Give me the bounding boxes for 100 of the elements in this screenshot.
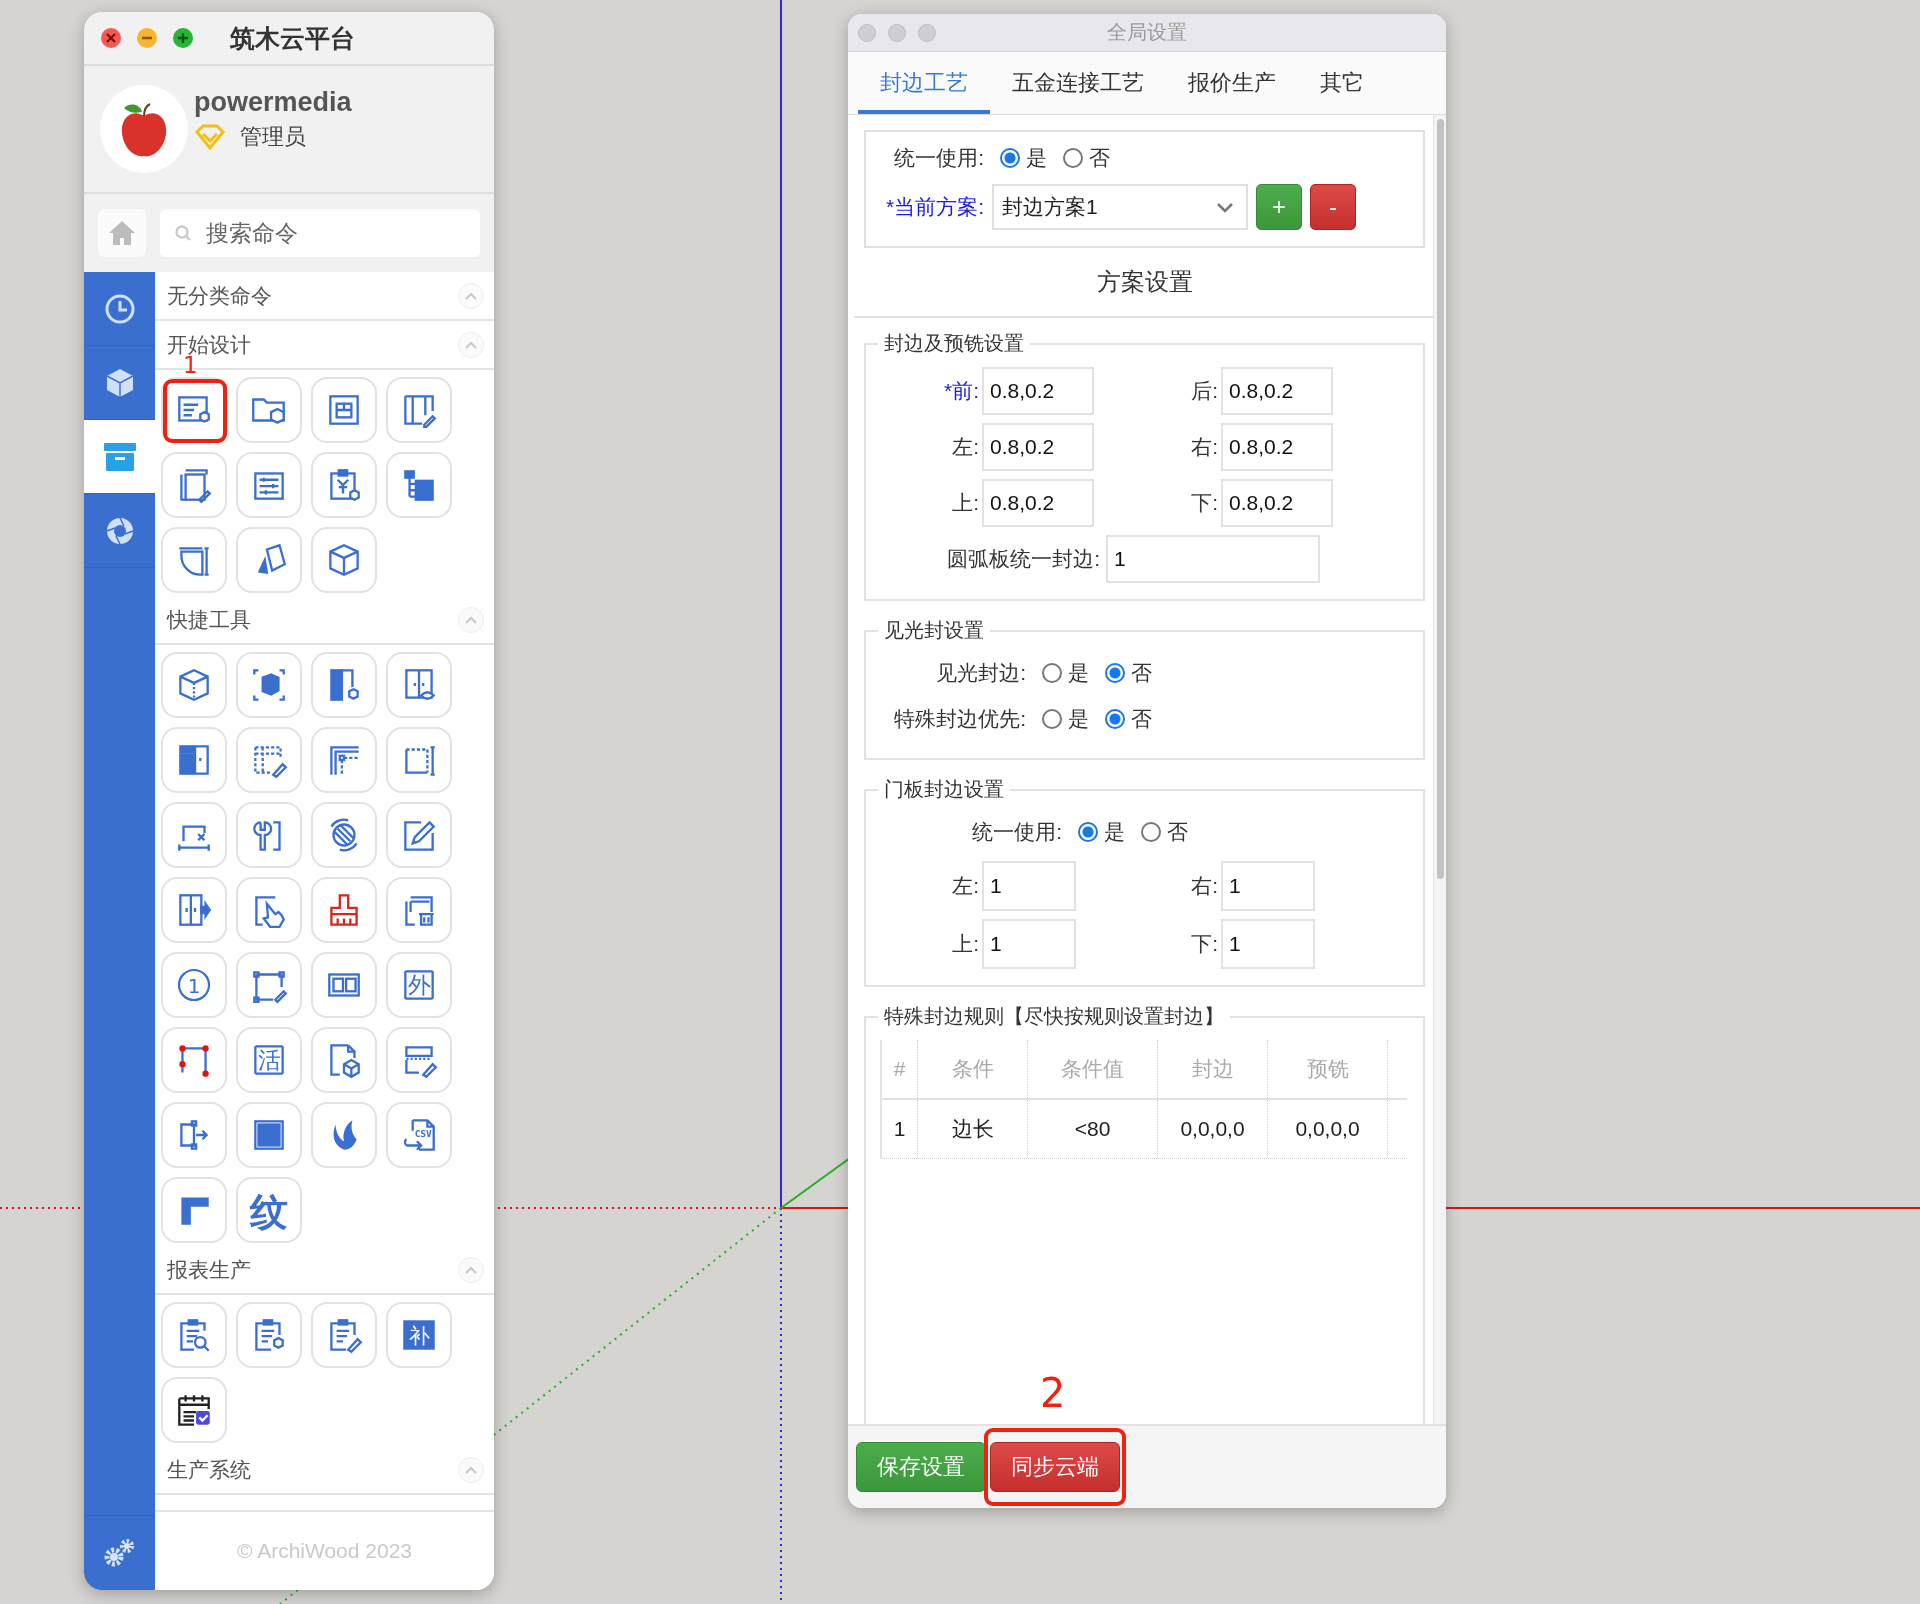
- username: powermedia: [194, 86, 352, 118]
- tool-button[interactable]: 外: [386, 952, 452, 1018]
- field-label: 后:: [1190, 378, 1218, 404]
- field-label: *前:: [943, 378, 979, 404]
- radio-label: 否: [1131, 660, 1152, 686]
- chevron-up-icon: [465, 615, 477, 624]
- input-field[interactable]: 1: [982, 919, 1076, 969]
- home-icon: [108, 220, 136, 246]
- tab[interactable]: 五金连接工艺: [990, 52, 1166, 114]
- radio-button[interactable]: [1078, 822, 1098, 842]
- highlight-frame: [163, 379, 227, 443]
- section-title: 开始设计: [167, 331, 251, 356]
- field-label: 见光封边:: [935, 660, 1026, 686]
- radio-label: 是: [1068, 706, 1089, 732]
- tool-button[interactable]: [161, 1377, 227, 1443]
- group-title: 特殊封边规则【尽快按规则设置封边】: [883, 1004, 1225, 1029]
- nav-item[interactable]: [84, 420, 155, 494]
- tool-button[interactable]: 纹: [236, 1177, 302, 1243]
- group-title: 封边及预铣设置: [883, 331, 1025, 356]
- tool-button[interactable]: CSV: [386, 1102, 452, 1168]
- field-label: 上:: [951, 490, 979, 516]
- table-cell: 1: [882, 1100, 918, 1158]
- callout-number: 1: [183, 356, 198, 375]
- tool-button[interactable]: 活: [236, 1027, 302, 1093]
- callout-number: 2: [1040, 1370, 1066, 1416]
- input-field[interactable]: 0.8,0.2: [1221, 423, 1333, 471]
- column-header: 预铣: [1268, 1040, 1388, 1098]
- section-title: 无分类命令: [167, 282, 272, 309]
- window-title: 全局设置: [1107, 20, 1187, 45]
- character-icon: 纹: [247, 1188, 291, 1232]
- radio-label: 否: [1131, 706, 1152, 732]
- tool-button[interactable]: 补: [386, 1302, 452, 1368]
- window-title: 筑木云平台: [230, 22, 355, 54]
- radio-button[interactable]: [1042, 663, 1062, 683]
- table-cell: 0,0,0,0: [1158, 1100, 1268, 1158]
- field-label: 下:: [1190, 931, 1218, 957]
- input-field[interactable]: 0.8,0.2: [1221, 479, 1333, 527]
- remove-button[interactable]: -: [1310, 184, 1356, 230]
- radio-label: 是: [1026, 145, 1047, 171]
- radio-button[interactable]: [1141, 822, 1161, 842]
- radio-label: 否: [1089, 145, 1110, 171]
- chevron-up-icon: [465, 291, 477, 300]
- chevron-up-icon: [465, 340, 477, 349]
- section-title: 生产系统: [167, 1456, 251, 1483]
- diamond-icon: [194, 123, 226, 150]
- radio-label: 是: [1068, 660, 1089, 686]
- field-label: 上:: [951, 931, 979, 957]
- field-label: 右:: [1190, 434, 1218, 460]
- maximize-icon[interactable]: [172, 27, 194, 49]
- box-icon: [102, 441, 137, 472]
- sync-button[interactable]: 同步云端: [990, 1442, 1120, 1492]
- section-title: 快捷工具: [167, 606, 251, 633]
- field-label: 圆弧板统一封边:: [946, 546, 1100, 572]
- chevron-down-icon: [1216, 201, 1234, 213]
- input-field[interactable]: 0.8,0.2: [982, 479, 1094, 527]
- input-field[interactable]: 1: [982, 861, 1076, 911]
- table-cell: 边长: [918, 1100, 1028, 1158]
- close-icon[interactable]: [100, 27, 122, 49]
- section-heading: 方案设置: [1095, 267, 1194, 297]
- column-header: 条件: [918, 1040, 1028, 1098]
- minimize-icon[interactable]: [136, 27, 158, 49]
- table-cell: <80: [1028, 1100, 1158, 1158]
- group-title: 门板封边设置: [883, 777, 1005, 802]
- tool-button[interactable]: 1: [161, 952, 227, 1018]
- input-field[interactable]: 1: [1106, 535, 1320, 583]
- field-label: 特殊封边优先:: [893, 706, 1026, 732]
- table-cell: 0,0,0,0: [1268, 1100, 1388, 1158]
- radio-button[interactable]: [1063, 148, 1083, 168]
- input-field[interactable]: 0.8,0.2: [1221, 367, 1333, 415]
- search-field[interactable]: 搜索命令: [160, 209, 480, 257]
- field-label: 左:: [951, 434, 979, 460]
- field-label: 统一使用:: [971, 819, 1062, 845]
- radio-button[interactable]: [1042, 709, 1062, 729]
- input-field[interactable]: 1: [1221, 919, 1315, 969]
- scrollbar-thumb[interactable]: [1436, 119, 1444, 879]
- field-label: *当前方案:: [885, 194, 984, 220]
- column-header: 封边: [1158, 1040, 1268, 1098]
- radio-button[interactable]: [1105, 709, 1125, 729]
- group-title: 见光封设置: [883, 618, 985, 643]
- section-title: 报表生产: [167, 1256, 251, 1283]
- input-field[interactable]: 0.8,0.2: [982, 423, 1094, 471]
- chevron-up-icon: [465, 1265, 477, 1274]
- radio-button[interactable]: [1105, 663, 1125, 683]
- tab[interactable]: 其它: [1298, 52, 1386, 114]
- clock-icon: [103, 292, 136, 325]
- radio-label: 否: [1167, 819, 1188, 845]
- radio-label: 是: [1104, 819, 1125, 845]
- scheme-dropdown[interactable]: 封边方案1: [992, 184, 1248, 230]
- user-role: 管理员: [240, 122, 306, 151]
- field-label: 左:: [951, 873, 979, 899]
- radio-button[interactable]: [1000, 148, 1020, 168]
- column-header: 条件值: [1028, 1040, 1158, 1098]
- field-label: 统一使用:: [893, 145, 984, 171]
- input-field[interactable]: 1: [1221, 861, 1315, 911]
- field-label: 下:: [1190, 490, 1218, 516]
- tab[interactable]: 报价生产: [1166, 52, 1298, 114]
- column-header: #: [882, 1040, 918, 1098]
- input-field[interactable]: 0.8,0.2: [982, 367, 1094, 415]
- field-label: 右:: [1190, 873, 1218, 899]
- chevron-up-icon: [465, 1465, 477, 1474]
